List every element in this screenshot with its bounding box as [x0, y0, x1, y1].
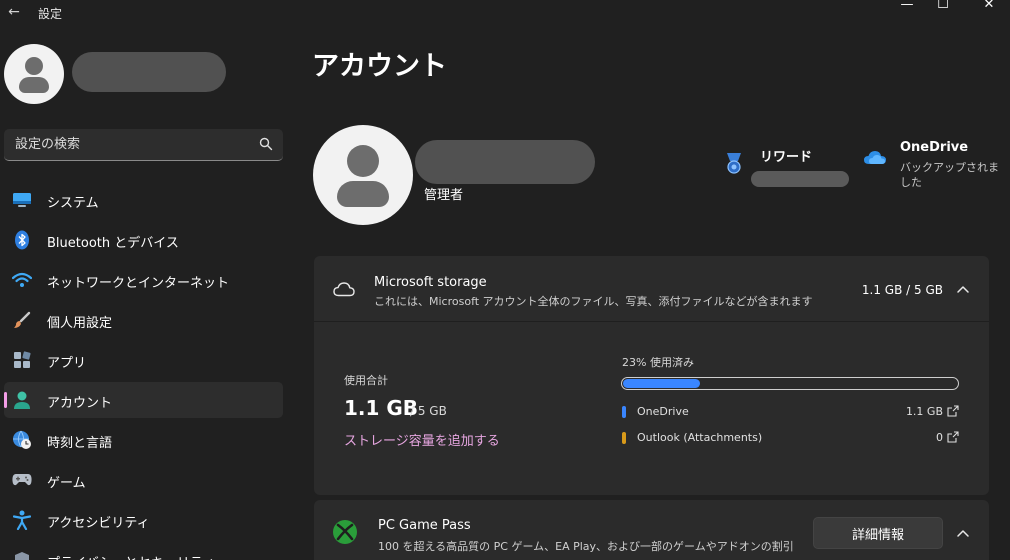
paintbrush-icon	[12, 310, 32, 330]
usage-used: 1.1 GB	[344, 396, 419, 420]
avatar-body	[19, 77, 49, 93]
used-percent-label: 23% 使用済み	[622, 356, 694, 369]
add-storage-link[interactable]: ストレージ容量を追加する	[344, 430, 500, 449]
clock-globe-icon	[12, 430, 32, 450]
rewards-medal-icon[interactable]	[724, 152, 744, 176]
learn-more-button[interactable]: 詳細情報	[813, 517, 943, 549]
page-title: アカウント	[312, 51, 447, 82]
profile-avatar[interactable]	[313, 125, 413, 225]
game-pass-title: PC Game Pass	[378, 518, 471, 533]
open-external-icon[interactable]	[947, 405, 959, 417]
title-bar: ← 設定 — ☐ ✕	[0, 0, 1010, 26]
pc-game-pass-card[interactable]: PC Game Pass 100 を超える高品質の PC ゲーム、EA Play…	[314, 500, 989, 560]
search-input[interactable]	[4, 129, 244, 160]
shield-icon	[12, 550, 32, 560]
monitor-icon	[12, 190, 32, 210]
cloud-icon	[333, 282, 355, 297]
sidebar-item-bluetooth[interactable]: Bluetooth とデバイス	[4, 222, 283, 258]
bluetooth-icon	[12, 230, 32, 250]
active-indicator	[4, 392, 7, 408]
service-value: 0	[936, 431, 943, 444]
sidebar-item-label: アプリ	[47, 356, 87, 371]
sidebar-item-system[interactable]: システム	[4, 182, 283, 218]
sidebar-item-label: 個人用設定	[47, 316, 113, 331]
storage-description: これには、Microsoft アカウント全体のファイル、写真、添付ファイルなどが…	[374, 295, 813, 308]
storage-summary: 1.1 GB / 5 GB	[861, 283, 943, 297]
avatar-head	[347, 145, 379, 177]
sidebar-item-privacy-security[interactable]: プライバシーとセキュリティ	[4, 542, 283, 560]
apps-icon	[12, 350, 32, 370]
service-name: OneDrive	[637, 405, 689, 418]
storage-progress-bar	[621, 377, 959, 390]
search-icon[interactable]	[259, 137, 273, 151]
xbox-icon	[333, 520, 357, 544]
sidebar-username-redacted	[72, 52, 226, 92]
avatar-head	[25, 57, 43, 75]
onedrive-title[interactable]: OneDrive	[900, 140, 968, 155]
storage-title: Microsoft storage	[374, 275, 487, 290]
sidebar-item-label: 時刻と言語	[47, 436, 113, 451]
open-external-icon[interactable]	[947, 431, 959, 443]
service-value: 1.1 GB	[905, 405, 943, 418]
chevron-up-icon[interactable]	[953, 525, 973, 541]
rewards-points-redacted	[751, 171, 849, 187]
microsoft-storage-card: Microsoft storage これには、Microsoft アカウント全体…	[314, 256, 989, 495]
storage-progress-fill	[623, 379, 700, 388]
maximize-button[interactable]: ☐	[926, 0, 960, 14]
avatar-body	[337, 181, 389, 207]
sidebar-item-gaming[interactable]: ゲーム	[4, 462, 283, 498]
sidebar-item-label: プライバシーとセキュリティ	[47, 552, 215, 560]
app-title: 設定	[38, 7, 63, 21]
minimize-button[interactable]: —	[890, 0, 924, 14]
game-pass-description: 100 を超える高品質の PC ゲーム、EA Play、および一部のゲームやアド…	[378, 540, 794, 553]
close-button[interactable]: ✕	[972, 0, 1006, 14]
service-color-marker	[622, 406, 626, 418]
service-row-onedrive[interactable]: OneDrive 1.1 GB	[621, 404, 959, 420]
sidebar-nav: システム Bluetooth とデバイス ネットワークとインターネット 個人用設…	[4, 182, 283, 560]
storage-card-header[interactable]: Microsoft storage これには、Microsoft アカウント全体…	[314, 256, 989, 322]
sidebar-item-time-language[interactable]: 時刻と言語	[4, 422, 283, 458]
wifi-icon	[12, 270, 32, 290]
sidebar-item-label: Bluetooth とデバイス	[47, 236, 179, 251]
sidebar-item-label: システム	[47, 196, 99, 211]
sidebar-item-personalization[interactable]: 個人用設定	[4, 302, 283, 338]
sidebar-item-network[interactable]: ネットワークとインターネット	[4, 262, 283, 298]
service-name: Outlook (Attachments)	[637, 431, 763, 444]
service-row-outlook[interactable]: Outlook (Attachments) 0	[621, 430, 959, 446]
sidebar-item-label: ネットワークとインターネット	[47, 276, 230, 291]
sidebar-item-label: アカウント	[47, 396, 113, 411]
gamepad-icon	[12, 470, 32, 490]
usage-total: / 5 GB	[410, 404, 447, 418]
back-button[interactable]: ←	[4, 3, 24, 21]
sidebar-item-accounts[interactable]: アカウント	[4, 382, 283, 418]
onedrive-cloud-icon[interactable]	[863, 148, 887, 166]
sidebar-avatar[interactable]	[4, 44, 64, 104]
service-color-marker	[622, 432, 626, 444]
sidebar-item-label: ゲーム	[47, 476, 86, 491]
usage-label: 使用合計	[344, 374, 388, 387]
account-role: 管理者	[424, 188, 464, 203]
profile-name-redacted	[415, 140, 595, 184]
sidebar-item-label: アクセシビリティ	[47, 516, 150, 531]
person-icon	[12, 390, 32, 410]
sidebar-item-apps[interactable]: アプリ	[4, 342, 283, 378]
onedrive-status: バックアップされました	[900, 161, 999, 189]
chevron-up-icon[interactable]	[953, 281, 973, 297]
rewards-title[interactable]: リワード	[760, 146, 812, 165]
accessibility-icon	[12, 510, 32, 530]
sidebar-item-accessibility[interactable]: アクセシビリティ	[4, 502, 283, 538]
search-box[interactable]	[4, 129, 283, 161]
